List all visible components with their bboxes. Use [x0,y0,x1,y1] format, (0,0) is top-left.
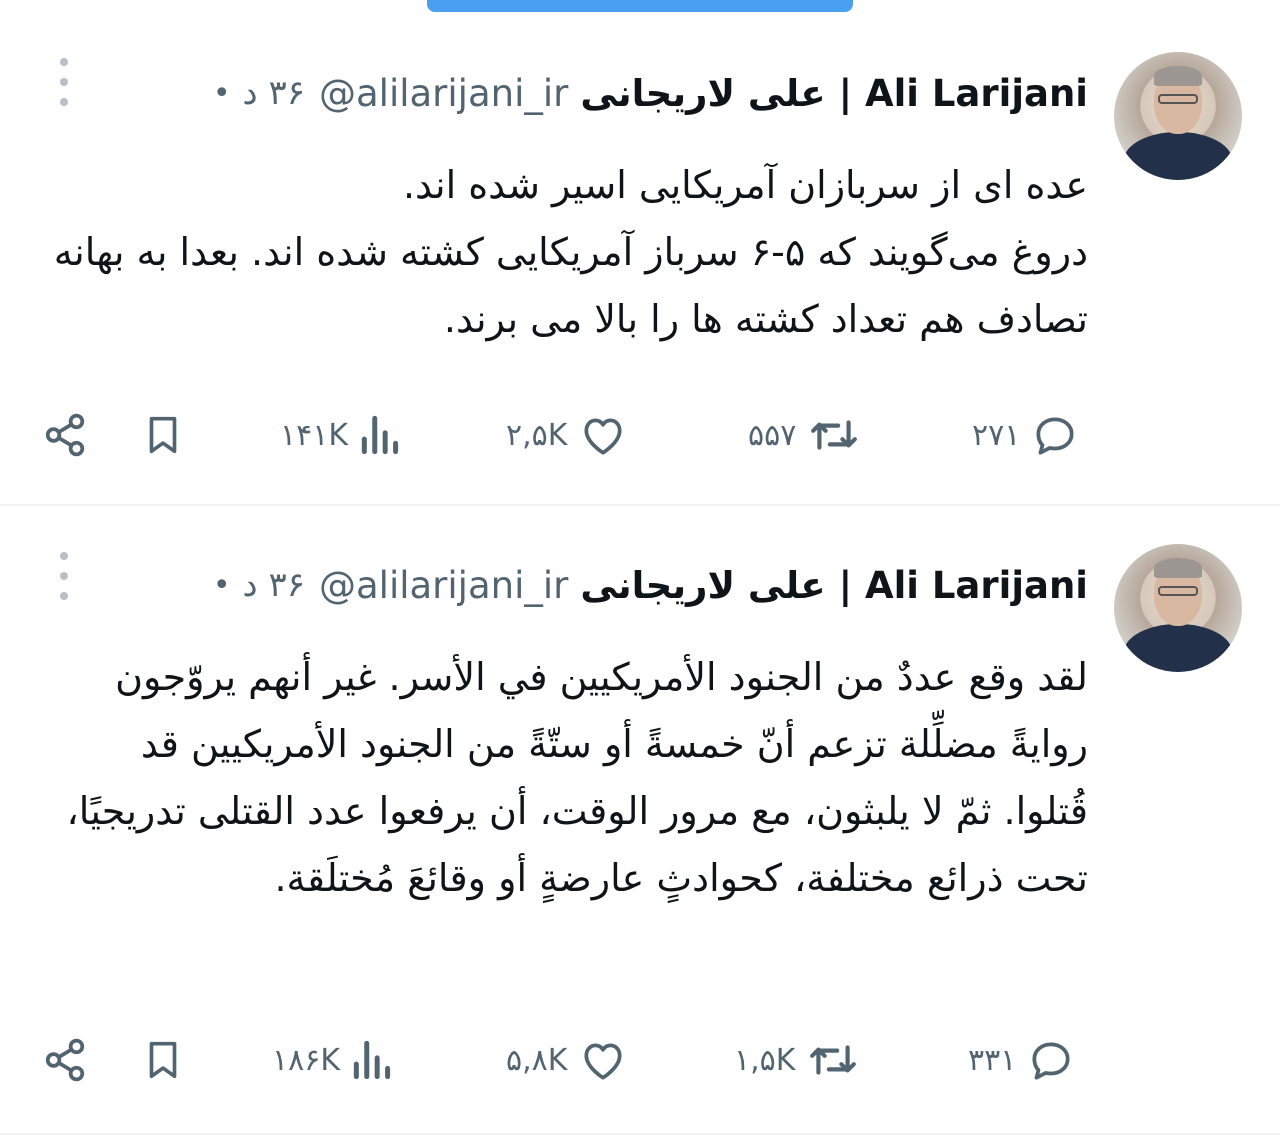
repost-button[interactable]: ۵۵۷ [748,405,862,465]
avatar[interactable] [1114,544,1242,672]
reply-icon [1032,1042,1070,1080]
separator-dot: • [212,75,231,111]
like-icon [584,1043,622,1080]
tweet-actions: ۲۷۱ ۵۵۷ ۲,۵K ۱۴۱K [0,405,1280,465]
handle[interactable]: @alilarijani_ir [319,564,568,607]
reply-count: ۳۳۱ [968,1042,1017,1078]
bookmark-button[interactable] [140,1030,186,1090]
tweet-header: علی لاریجانی | Ali Larijani @alilarijani… [213,560,1088,610]
repost-icon [811,420,858,450]
reply-button[interactable]: ۳۳۱ [968,1030,1076,1090]
tweet-header: علی لاریجانی | Ali Larijani @alilarijani… [213,68,1088,118]
tweet-text: عده ای از سربازان آمریکایی اسیر شده اند.… [53,163,1088,341]
display-name[interactable]: علی لاریجانی | Ali Larijani [580,72,1088,115]
share-button[interactable] [40,1030,90,1090]
like-count: ۲,۵K [506,417,568,453]
tweet-text: لقد وقع عددٌ من الجنود الأمريكيين في الأ… [66,655,1089,900]
reply-count: ۲۷۱ [972,417,1021,453]
views-count: ۱۸۶K [272,1042,341,1078]
separator-dot: • [212,567,231,603]
like-button[interactable]: ۵,۸K [506,1030,629,1090]
tweet-actions: ۳۳۱ ۱,۵K ۵,۸K ۱۸۶K [0,1030,1280,1090]
bookmark-icon [149,1041,177,1079]
views-icon [353,1040,391,1080]
share-icon [45,1038,85,1082]
repost-icon [810,1045,857,1075]
timestamp[interactable]: ۳۶ د [243,73,305,113]
like-count: ۵,۸K [506,1042,568,1078]
tweet[interactable]: علی لاریجانی | Ali Larijani @alilarijani… [0,0,1280,506]
share-button[interactable] [40,405,90,465]
like-icon [584,418,622,455]
bookmark-icon [149,416,177,454]
reply-icon [1036,417,1074,455]
display-name[interactable]: علی لاریجانی | Ali Larijani [580,564,1088,607]
tweet[interactable]: علی لاریجانی | Ali Larijani @alilarijani… [0,508,1280,1135]
repost-count: ۱,۵K [734,1042,796,1078]
like-button[interactable]: ۲,۵K [506,405,629,465]
handle[interactable]: @alilarijani_ir [319,72,568,115]
bookmark-button[interactable] [140,405,186,465]
share-icon [45,413,85,457]
reply-button[interactable]: ۲۷۱ [972,405,1080,465]
repost-count: ۵۵۷ [748,417,797,453]
views-icon [361,415,399,455]
views-button[interactable]: ۱۴۱K [280,405,404,465]
more-icon[interactable] [52,58,76,106]
avatar[interactable] [1114,52,1242,180]
views-count: ۱۴۱K [280,417,349,453]
views-button[interactable]: ۱۸۶K [272,1030,396,1090]
more-icon[interactable] [52,552,76,600]
repost-button[interactable]: ۱,۵K [734,1030,861,1090]
timestamp[interactable]: ۳۶ د [243,565,305,605]
